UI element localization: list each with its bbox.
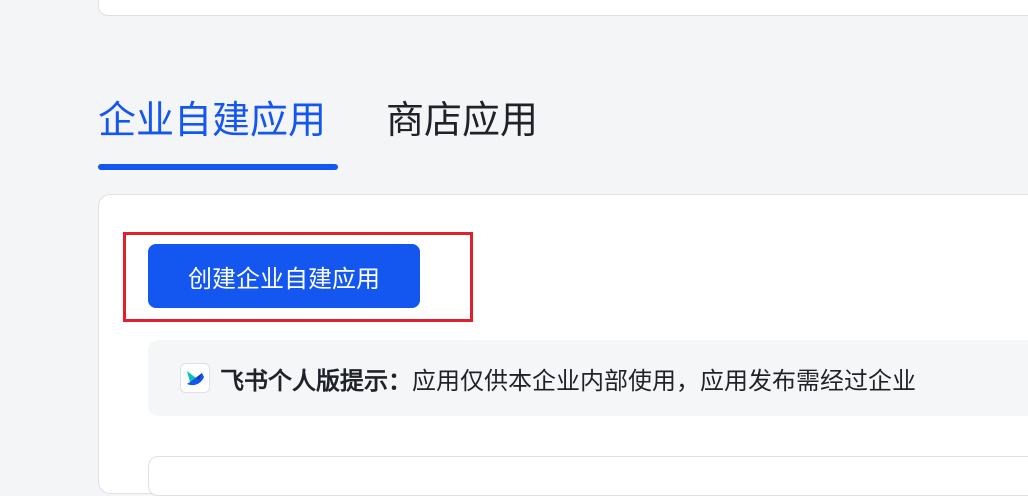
previous-section-card	[98, 0, 1028, 16]
notice-body: 应用仅供本企业内部使用，应用发布需经过企业	[412, 366, 916, 395]
active-tab-indicator	[98, 164, 338, 170]
app-list-card	[148, 456, 1028, 496]
tab-custom-apps[interactable]: 企业自建应用	[98, 90, 326, 150]
create-custom-app-button[interactable]: 创建企业自建应用	[148, 244, 420, 308]
tab-store-apps[interactable]: 商店应用	[386, 90, 538, 150]
notice-title: 飞书个人版提示：	[220, 366, 412, 395]
personal-edition-notice: 飞书个人版提示： 应用仅供本企业内部使用，应用发布需经过企业	[148, 340, 1028, 416]
feishu-logo-icon	[180, 363, 210, 393]
